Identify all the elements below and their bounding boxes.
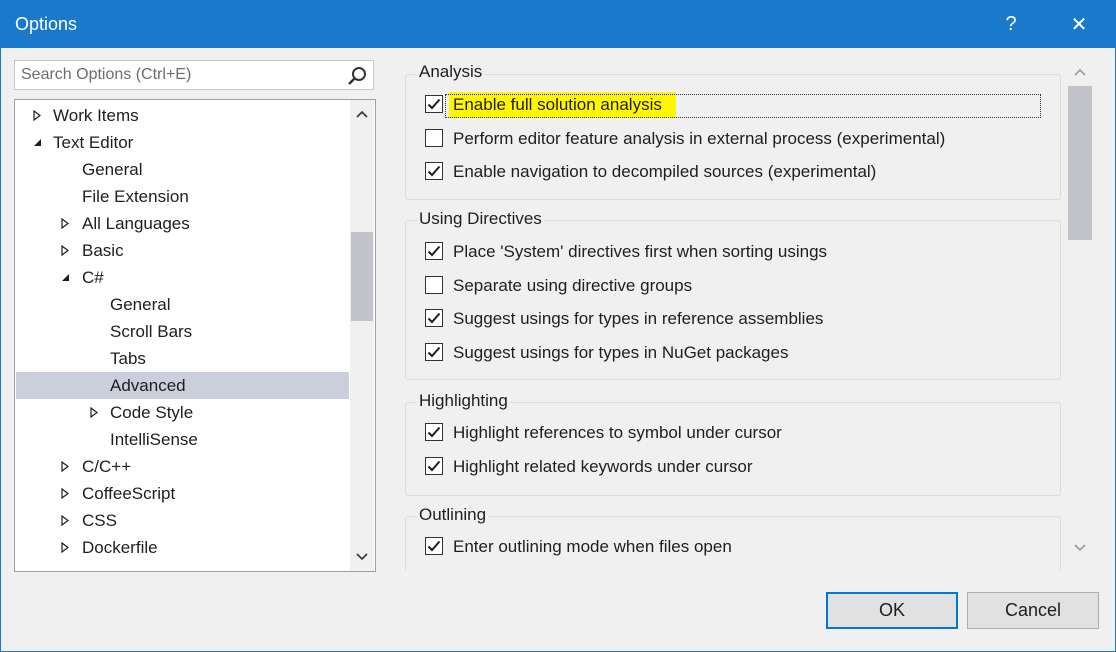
tree-item[interactable]: Scroll Bars bbox=[16, 318, 349, 345]
expand-arrow-icon[interactable] bbox=[58, 534, 72, 561]
collapse-arrow-icon[interactable] bbox=[58, 264, 72, 291]
scroll-up-icon[interactable] bbox=[1068, 60, 1092, 84]
tree-item[interactable]: Advanced bbox=[16, 372, 349, 399]
option-label: Place 'System' directives first when sor… bbox=[453, 242, 828, 261]
tree-item[interactable]: All Languages bbox=[16, 210, 349, 237]
tree-item[interactable]: C/C++ bbox=[16, 453, 349, 480]
option-label: Suggest usings for types in NuGet packag… bbox=[453, 343, 789, 362]
close-icon: ✕ bbox=[1070, 14, 1088, 36]
scroll-down-icon[interactable] bbox=[350, 545, 374, 569]
option-label: Highlight related keywords under cursor bbox=[453, 457, 753, 476]
tree-item-label: C# bbox=[82, 268, 104, 287]
tree-item-label: General bbox=[110, 295, 171, 314]
expand-arrow-icon[interactable] bbox=[58, 453, 72, 480]
title-bar[interactable]: Options ? ✕ bbox=[1, 1, 1115, 48]
tree-item-label: IntelliSense bbox=[110, 430, 198, 449]
tree-item[interactable]: Tabs bbox=[16, 345, 349, 372]
option-label: Suggest usings for types in reference as… bbox=[453, 309, 824, 328]
collapse-arrow-icon[interactable] bbox=[30, 129, 44, 156]
checkbox-checked[interactable] bbox=[425, 309, 443, 327]
checkbox-checked[interactable] bbox=[425, 457, 443, 475]
checkbox-checked[interactable] bbox=[425, 423, 443, 441]
scroll-up-icon[interactable] bbox=[350, 102, 374, 126]
checkbox-checked[interactable] bbox=[425, 242, 443, 260]
tree-item-label: Code Style bbox=[110, 403, 194, 422]
tree-item-label: CSS bbox=[82, 511, 117, 530]
group-box-highlighting bbox=[405, 402, 1061, 496]
tree-item[interactable]: File Extension bbox=[16, 183, 349, 210]
expand-arrow-icon[interactable] bbox=[58, 237, 72, 264]
tree-item[interactable]: Basic bbox=[16, 237, 349, 264]
checkbox-checked[interactable] bbox=[425, 95, 443, 113]
option-label: Highlight references to symbol under cur… bbox=[453, 423, 782, 442]
option-label: Enter outlining mode when files open bbox=[453, 537, 732, 556]
tree-item-label: Work Items bbox=[53, 106, 139, 125]
tree-item-label: Text Editor bbox=[53, 133, 134, 152]
checkmark-icon bbox=[427, 426, 441, 438]
group-title-outlining: Outlining bbox=[417, 505, 489, 525]
options-dialog: Options ? ✕ Work Items Text Editor General… bbox=[0, 0, 1116, 652]
help-icon: ? bbox=[1005, 13, 1017, 35]
checkmark-icon bbox=[427, 460, 441, 472]
tree-item-label: All Languages bbox=[82, 214, 190, 233]
tree-item[interactable]: IntelliSense bbox=[16, 426, 349, 453]
tree-item[interactable]: Code Style bbox=[16, 399, 349, 426]
search-icon[interactable] bbox=[347, 66, 367, 86]
focus-rectangle bbox=[445, 94, 1041, 118]
group-title-using-directives: Using Directives bbox=[417, 209, 544, 229]
checkmark-icon bbox=[427, 540, 441, 552]
expand-arrow-icon[interactable] bbox=[58, 480, 72, 507]
checkmark-icon bbox=[427, 346, 441, 358]
tree-scroll-thumb[interactable] bbox=[351, 232, 373, 321]
help-button[interactable]: ? bbox=[987, 1, 1035, 48]
checkmark-icon bbox=[427, 165, 441, 177]
tree-item[interactable]: Text Editor bbox=[16, 129, 349, 156]
options-tree: Work Items Text Editor General File Extensi… bbox=[14, 99, 376, 572]
checkmark-icon bbox=[427, 312, 441, 324]
tree-item[interactable]: CoffeeScript bbox=[16, 480, 349, 507]
tree-item-label: Advanced bbox=[110, 376, 186, 395]
group-title-highlighting: Highlighting bbox=[417, 391, 510, 411]
tree-item[interactable]: General bbox=[16, 156, 349, 183]
checkmark-icon bbox=[427, 245, 441, 257]
option-label: Separate using directive groups bbox=[453, 276, 693, 295]
expand-arrow-icon[interactable] bbox=[58, 507, 72, 534]
option-label: Perform editor feature analysis in exter… bbox=[453, 129, 946, 148]
expand-arrow-icon[interactable] bbox=[30, 102, 44, 129]
checkmark-icon bbox=[427, 98, 441, 110]
settings-panel: Analysis Enable full solution analysis Per… bbox=[404, 58, 1097, 570]
scroll-down-icon[interactable] bbox=[1068, 536, 1092, 560]
checkbox-unchecked[interactable] bbox=[425, 129, 443, 147]
tree-scrollbar[interactable] bbox=[350, 100, 374, 571]
search-input[interactable] bbox=[15, 61, 345, 89]
checkbox-checked[interactable] bbox=[425, 537, 443, 555]
tree-item-label: Scroll Bars bbox=[110, 322, 193, 341]
ok-button[interactable]: OK bbox=[826, 592, 958, 629]
checkbox-unchecked[interactable] bbox=[425, 276, 443, 294]
tree-item-label: File Extension bbox=[82, 187, 189, 206]
tree-item-label: Tabs bbox=[110, 349, 146, 368]
tree-item[interactable]: C# bbox=[16, 264, 349, 291]
tree-item-label: Basic bbox=[82, 241, 124, 260]
tree-item-label: General bbox=[82, 160, 143, 179]
tree-item[interactable]: Work Items bbox=[16, 102, 349, 129]
search-box bbox=[14, 60, 374, 90]
expand-arrow-icon[interactable] bbox=[58, 210, 72, 237]
option-label: Enable navigation to decompiled sources … bbox=[453, 162, 877, 181]
tree-item[interactable]: General bbox=[16, 291, 349, 318]
cancel-button[interactable]: Cancel bbox=[967, 592, 1099, 629]
close-button[interactable]: ✕ bbox=[1055, 1, 1103, 48]
tree-item-label: Dockerfile bbox=[82, 538, 158, 557]
tree-item[interactable]: CSS bbox=[16, 507, 349, 534]
tree-item-label: C/C++ bbox=[82, 457, 132, 476]
panel-scroll-thumb[interactable] bbox=[1068, 86, 1092, 240]
tree-item-label: CoffeeScript bbox=[82, 484, 176, 503]
tree-item[interactable]: Dockerfile bbox=[16, 534, 349, 561]
checkbox-checked[interactable] bbox=[425, 343, 443, 361]
checkbox-checked[interactable] bbox=[425, 162, 443, 180]
group-title-analysis: Analysis bbox=[417, 62, 485, 82]
expand-arrow-icon[interactable] bbox=[87, 399, 101, 426]
window-title: Options bbox=[15, 14, 78, 34]
panel-scrollbar[interactable] bbox=[1068, 58, 1092, 568]
